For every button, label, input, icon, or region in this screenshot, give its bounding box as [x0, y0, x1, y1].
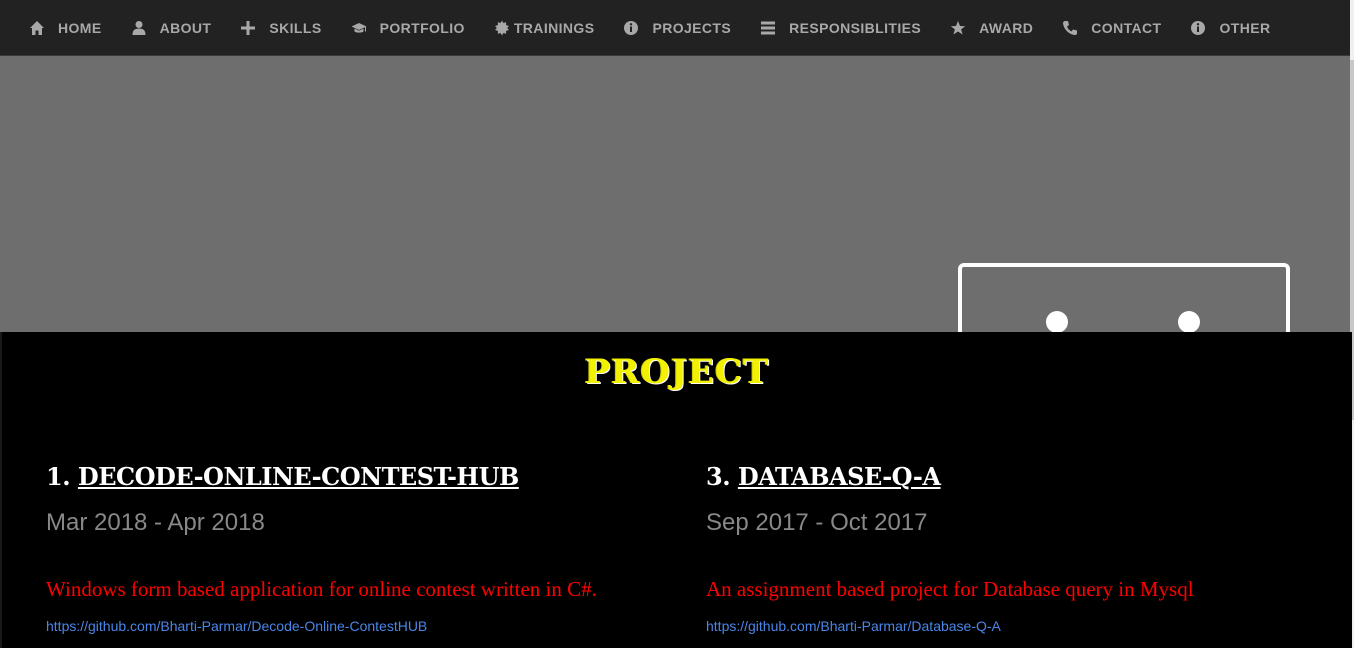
project-title-link[interactable]: DECODE-ONLINE-CONTEST-HUB [78, 462, 519, 491]
nav-label: OTHER [1219, 19, 1271, 36]
certificate-icon [494, 20, 510, 36]
nav-label: PORTFOLIO [379, 19, 465, 36]
nav-item-award[interactable]: AWARD [950, 0, 1033, 55]
project-card-1: 1. DECODE-ONLINE-CONTEST-HUB Mar 2018 - … [46, 462, 666, 634]
project-card-3: 3. DATABASE-Q-A Sep 2017 - Oct 2017 An a… [706, 462, 1326, 634]
nav-label: ABOUT [159, 19, 212, 36]
nav-label: SKILLS [269, 19, 322, 36]
nav-label: RESPONSIBLITIES [789, 19, 922, 36]
project-dates: Sep 2017 - Oct 2017 [706, 509, 928, 536]
nav-item-projects[interactable]: PROJECTS [623, 0, 731, 55]
phone-icon [1062, 20, 1078, 36]
project-number: 3. [706, 462, 731, 491]
project-description: An assignment based project for Database… [706, 577, 1194, 601]
project-number: 1. [46, 462, 71, 491]
nav-list: HOME ABOUT SKILLS PORTFOLIO TRAININGS PR… [0, 0, 1350, 55]
nav-label: PROJECTS [652, 19, 732, 36]
nav-item-trainings[interactable]: TRAININGS [494, 0, 595, 55]
nav-item-other[interactable]: OTHER [1190, 0, 1270, 55]
project-heading: 3. DATABASE-Q-A [706, 462, 1326, 491]
nav-label: AWARD [979, 19, 1034, 36]
top-navbar: HOME ABOUT SKILLS PORTFOLIO TRAININGS PR… [0, 0, 1350, 56]
info-icon [1190, 20, 1206, 36]
project-github-link[interactable]: https://github.com/Bharti-Parmar/Decode-… [46, 618, 666, 634]
nav-label: TRAININGS [513, 19, 595, 36]
nav-item-home[interactable]: HOME [29, 0, 102, 55]
illustration-dot-right [1178, 311, 1200, 333]
nav-item-skills[interactable]: SKILLS [240, 0, 321, 55]
star-icon [950, 20, 966, 36]
hero-banner [0, 56, 1350, 347]
tasks-icon [760, 20, 776, 36]
project-section: PROJECT 1. DECODE-ONLINE-CONTEST-HUB Mar… [0, 332, 1352, 648]
project-heading: 1. DECODE-ONLINE-CONTEST-HUB [46, 462, 666, 491]
nav-item-contact[interactable]: CONTACT [1062, 0, 1161, 55]
graduation-cap-icon [351, 20, 367, 36]
user-icon [131, 20, 147, 36]
nav-item-about[interactable]: ABOUT [131, 0, 212, 55]
nav-label: HOME [58, 19, 102, 36]
info-icon [623, 20, 639, 36]
nav-item-responsibilities[interactable]: RESPONSIBLITIES [760, 0, 921, 55]
project-description: Windows form based application for onlin… [46, 577, 597, 601]
project-github-link[interactable]: https://github.com/Bharti-Parmar/Databas… [706, 618, 1326, 634]
plus-icon [240, 20, 256, 36]
home-icon [29, 20, 45, 36]
project-title-link[interactable]: DATABASE-Q-A [738, 462, 941, 491]
section-title: PROJECT [584, 352, 770, 392]
nav-item-portfolio[interactable]: PORTFOLIO [351, 0, 465, 55]
project-dates: Mar 2018 - Apr 2018 [46, 509, 265, 536]
illustration-dot-left [1046, 311, 1068, 333]
nav-label: CONTACT [1091, 19, 1162, 36]
